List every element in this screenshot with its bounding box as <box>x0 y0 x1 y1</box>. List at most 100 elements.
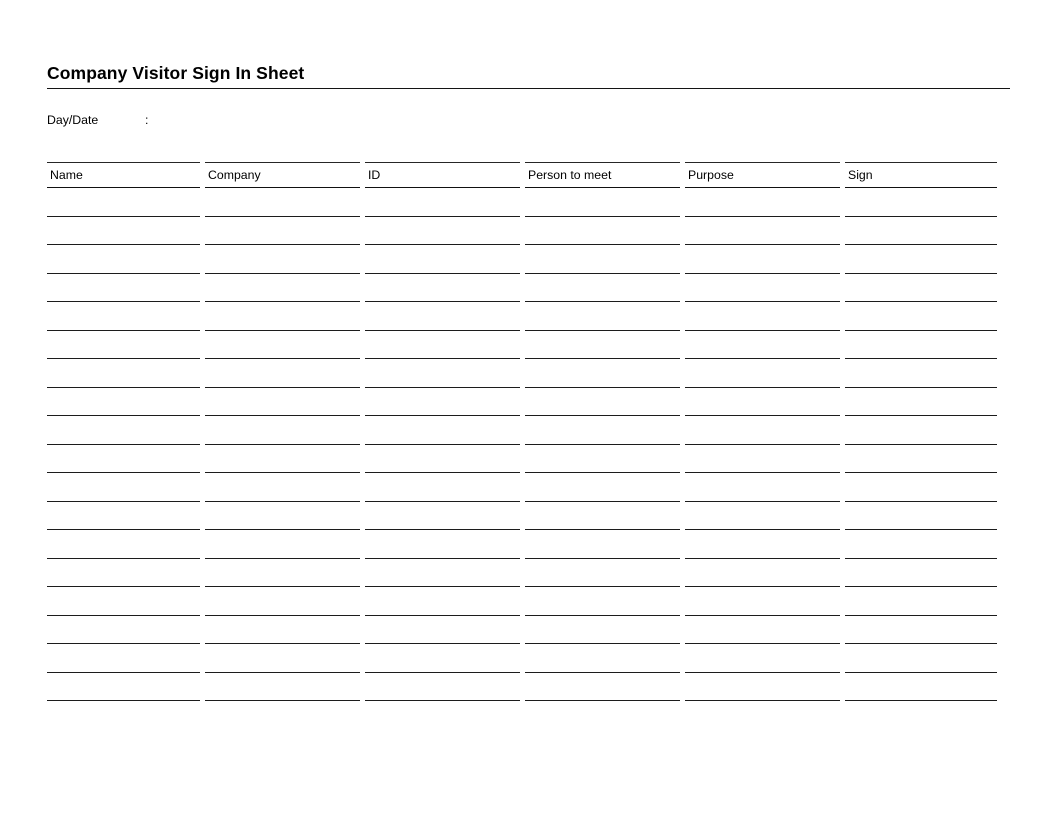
entry-field-company[interactable] <box>205 274 360 302</box>
entry-field-person_to_meet[interactable] <box>525 331 680 359</box>
entry-field-person_to_meet[interactable] <box>525 644 680 673</box>
entry-field-person_to_meet[interactable] <box>525 188 680 217</box>
entry-field-purpose[interactable] <box>685 559 840 587</box>
entry-field-company[interactable] <box>205 302 360 331</box>
entry-field-name[interactable] <box>47 217 200 245</box>
entry-field-person_to_meet[interactable] <box>525 616 680 644</box>
entry-field-person_to_meet[interactable] <box>525 217 680 245</box>
entry-field-company[interactable] <box>205 331 360 359</box>
entry-field-company[interactable] <box>205 359 360 388</box>
entry-field-sign[interactable] <box>845 188 997 217</box>
entry-field-purpose[interactable] <box>685 359 840 388</box>
entry-field-id[interactable] <box>365 416 520 445</box>
entry-field-person_to_meet[interactable] <box>525 359 680 388</box>
entry-field-purpose[interactable] <box>685 644 840 673</box>
entry-field-name[interactable] <box>47 616 200 644</box>
entry-field-id[interactable] <box>365 473 520 502</box>
entry-field-name[interactable] <box>47 559 200 587</box>
entry-field-company[interactable] <box>205 416 360 445</box>
entry-field-name[interactable] <box>47 445 200 473</box>
entry-field-sign[interactable] <box>845 416 997 445</box>
entry-field-sign[interactable] <box>845 217 997 245</box>
entry-field-sign[interactable] <box>845 530 997 559</box>
entry-field-purpose[interactable] <box>685 188 840 217</box>
entry-field-sign[interactable] <box>845 559 997 587</box>
entry-field-purpose[interactable] <box>685 530 840 559</box>
entry-field-id[interactable] <box>365 587 520 616</box>
entry-field-name[interactable] <box>47 473 200 502</box>
entry-field-name[interactable] <box>47 587 200 616</box>
entry-field-sign[interactable] <box>845 673 997 701</box>
entry-field-company[interactable] <box>205 616 360 644</box>
entry-field-id[interactable] <box>365 217 520 245</box>
entry-field-id[interactable] <box>365 445 520 473</box>
entry-field-purpose[interactable] <box>685 302 840 331</box>
entry-field-id[interactable] <box>365 644 520 673</box>
entry-field-id[interactable] <box>365 616 520 644</box>
entry-field-sign[interactable] <box>845 616 997 644</box>
entry-field-company[interactable] <box>205 445 360 473</box>
entry-field-purpose[interactable] <box>685 416 840 445</box>
entry-field-id[interactable] <box>365 502 520 530</box>
entry-field-purpose[interactable] <box>685 388 840 416</box>
entry-field-name[interactable] <box>47 274 200 302</box>
entry-field-purpose[interactable] <box>685 616 840 644</box>
entry-field-person_to_meet[interactable] <box>525 274 680 302</box>
entry-field-name[interactable] <box>47 416 200 445</box>
entry-field-company[interactable] <box>205 644 360 673</box>
entry-field-id[interactable] <box>365 359 520 388</box>
entry-field-purpose[interactable] <box>685 445 840 473</box>
entry-field-name[interactable] <box>47 644 200 673</box>
entry-field-company[interactable] <box>205 530 360 559</box>
entry-field-person_to_meet[interactable] <box>525 559 680 587</box>
entry-field-person_to_meet[interactable] <box>525 587 680 616</box>
entry-field-name[interactable] <box>47 388 200 416</box>
entry-field-person_to_meet[interactable] <box>525 502 680 530</box>
entry-field-sign[interactable] <box>845 388 997 416</box>
entry-field-company[interactable] <box>205 502 360 530</box>
entry-field-person_to_meet[interactable] <box>525 416 680 445</box>
entry-field-company[interactable] <box>205 587 360 616</box>
entry-field-sign[interactable] <box>845 445 997 473</box>
entry-field-id[interactable] <box>365 388 520 416</box>
entry-field-company[interactable] <box>205 245 360 274</box>
entry-field-sign[interactable] <box>845 359 997 388</box>
entry-field-company[interactable] <box>205 473 360 502</box>
entry-field-purpose[interactable] <box>685 502 840 530</box>
entry-field-person_to_meet[interactable] <box>525 245 680 274</box>
entry-field-sign[interactable] <box>845 245 997 274</box>
entry-field-sign[interactable] <box>845 502 997 530</box>
entry-field-company[interactable] <box>205 559 360 587</box>
entry-field-sign[interactable] <box>845 331 997 359</box>
entry-field-sign[interactable] <box>845 274 997 302</box>
entry-field-person_to_meet[interactable] <box>525 473 680 502</box>
entry-field-person_to_meet[interactable] <box>525 388 680 416</box>
entry-field-sign[interactable] <box>845 302 997 331</box>
entry-field-person_to_meet[interactable] <box>525 530 680 559</box>
entry-field-company[interactable] <box>205 388 360 416</box>
entry-field-purpose[interactable] <box>685 245 840 274</box>
entry-field-purpose[interactable] <box>685 274 840 302</box>
entry-field-purpose[interactable] <box>685 217 840 245</box>
entry-field-person_to_meet[interactable] <box>525 302 680 331</box>
entry-field-sign[interactable] <box>845 473 997 502</box>
entry-field-person_to_meet[interactable] <box>525 445 680 473</box>
entry-field-purpose[interactable] <box>685 673 840 701</box>
entry-field-company[interactable] <box>205 673 360 701</box>
entry-field-name[interactable] <box>47 245 200 274</box>
entry-field-id[interactable] <box>365 559 520 587</box>
entry-field-person_to_meet[interactable] <box>525 673 680 701</box>
entry-field-company[interactable] <box>205 217 360 245</box>
entry-field-id[interactable] <box>365 245 520 274</box>
entry-field-id[interactable] <box>365 530 520 559</box>
entry-field-id[interactable] <box>365 302 520 331</box>
entry-field-name[interactable] <box>47 530 200 559</box>
entry-field-sign[interactable] <box>845 644 997 673</box>
entry-field-id[interactable] <box>365 274 520 302</box>
entry-field-name[interactable] <box>47 502 200 530</box>
entry-field-id[interactable] <box>365 673 520 701</box>
entry-field-purpose[interactable] <box>685 331 840 359</box>
entry-field-name[interactable] <box>47 188 200 217</box>
entry-field-sign[interactable] <box>845 587 997 616</box>
entry-field-name[interactable] <box>47 359 200 388</box>
